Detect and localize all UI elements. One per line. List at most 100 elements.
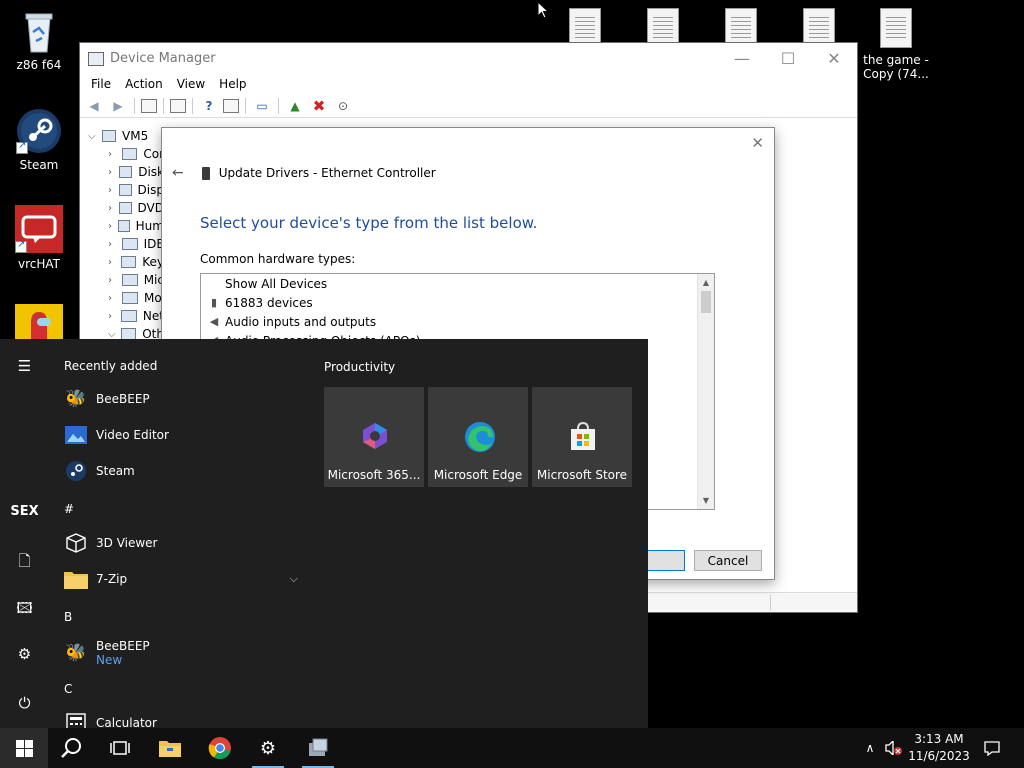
dialog-close-button[interactable]: ✕ xyxy=(751,134,764,152)
back-arrow-icon[interactable]: ← xyxy=(172,165,184,181)
computer-icon xyxy=(102,130,116,142)
start-rail: ☰ SEX 🗋 🖾 ⚙ ⏻ xyxy=(0,339,49,728)
tree-item[interactable]: › Key xyxy=(80,253,164,271)
desktop-icon-recycle-bin[interactable]: z86 f64 xyxy=(4,8,74,72)
menu-help[interactable]: Help xyxy=(212,77,253,91)
desktop-icon-among-us[interactable] xyxy=(4,304,74,340)
menu-action[interactable]: Action xyxy=(118,77,170,91)
chevron-down-icon: ⌵ xyxy=(88,130,96,142)
user-avatar[interactable]: SEX xyxy=(0,504,49,519)
documents-icon[interactable]: 🗋 xyxy=(0,551,49,576)
scroll-down-icon[interactable]: ▼ xyxy=(698,492,714,509)
forward-arrow-icon[interactable]: ▶ xyxy=(108,97,128,115)
pictures-icon[interactable]: 🖾 xyxy=(0,598,49,623)
tree-item[interactable]: › Mic xyxy=(80,271,164,289)
list-scrollbar[interactable]: ▲ ▼ xyxy=(697,274,714,509)
tree-item[interactable]: › IDE xyxy=(80,235,164,253)
volume-muted-icon[interactable] xyxy=(884,728,904,768)
show-hidden-icons-button[interactable]: ∧ xyxy=(862,728,878,768)
tree-item[interactable]: › DVD xyxy=(80,199,164,217)
tree-root[interactable]: ⌵ VM5 xyxy=(80,127,164,145)
tree-item[interactable]: › Disp xyxy=(80,181,164,199)
scan-hardware-icon[interactable]: ▭ xyxy=(252,97,272,115)
chevron-down-icon: ⌵ xyxy=(108,328,116,340)
search-icon[interactable] xyxy=(48,728,96,768)
device-category-icon xyxy=(122,292,138,304)
tiles-group-heading[interactable]: Productivity xyxy=(324,360,395,374)
file-explorer-icon[interactable] xyxy=(146,728,194,768)
help-icon[interactable]: ? xyxy=(199,97,219,115)
desktop-icon-the-game[interactable]: the game - Copy (74... xyxy=(861,8,931,81)
app-item-beebeep[interactable]: 🐝 BeeBEEP xyxy=(64,385,304,413)
tree-item[interactable]: › Net xyxy=(80,307,164,325)
disable-device-icon[interactable]: ⊙ xyxy=(333,97,353,115)
menu-bar: File Action View Help xyxy=(80,74,857,94)
tree-item[interactable]: › Cor xyxy=(80,145,164,163)
toolbar: ◀ ▶ ? ▭ ▲ ✖ ⊙ xyxy=(80,94,857,118)
app-item-3d-viewer[interactable]: 3D Viewer xyxy=(64,529,304,557)
tile-microsoft-edge[interactable]: Microsoft Edge xyxy=(428,387,528,487)
app-item-7-zip[interactable]: 7-Zip ⌵ xyxy=(64,565,304,593)
app-list: Recently added 🐝 BeeBEEP Video Editor St… xyxy=(49,339,309,728)
settings-gear-icon[interactable]: ⚙ xyxy=(0,645,49,663)
maximize-button[interactable]: ☐ xyxy=(765,49,811,68)
list-label: Common hardware types: xyxy=(200,252,356,266)
tile-microsoft-365[interactable]: Microsoft 365... xyxy=(324,387,424,487)
device-manager-taskbar-icon[interactable] xyxy=(294,728,342,768)
back-arrow-icon[interactable]: ◀ xyxy=(84,97,104,115)
app-item-beebeep-new[interactable]: 🐝 BeeBEEP New xyxy=(64,636,304,670)
list-item[interactable]: ◀ Audio inputs and outputs xyxy=(201,312,714,331)
menu-view[interactable]: View xyxy=(170,77,212,91)
desktop-icon-steam[interactable]: Steam xyxy=(4,108,74,172)
list-item[interactable]: Show All Devices xyxy=(201,274,714,293)
cancel-button[interactable]: Cancel xyxy=(694,550,762,571)
title-bar[interactable]: Device Manager — ☐ ✕ xyxy=(80,43,857,74)
dialog-header: ← Update Drivers - Ethernet Controller xyxy=(172,165,436,181)
app-item-video-editor[interactable]: Video Editor xyxy=(64,421,304,449)
task-view-icon[interactable] xyxy=(96,728,144,768)
scroll-thumb[interactable] xyxy=(701,291,711,313)
among-us-icon xyxy=(15,304,63,340)
scroll-up-icon[interactable]: ▲ xyxy=(698,274,714,291)
section-letter[interactable]: B xyxy=(64,610,72,624)
close-button[interactable]: ✕ xyxy=(811,49,857,68)
chevron-down-icon[interactable]: ⌵ xyxy=(290,572,298,586)
tile-microsoft-store[interactable]: Microsoft Store xyxy=(532,387,632,487)
properties-icon[interactable] xyxy=(170,98,186,113)
store-bag-icon xyxy=(568,421,598,451)
windows-logo-icon xyxy=(15,739,33,757)
chrome-icon[interactable] xyxy=(196,728,244,768)
list-item[interactable]: ▮ 61883 devices xyxy=(201,293,714,312)
tree-item[interactable]: › Hum xyxy=(80,217,164,235)
section-letter[interactable]: # xyxy=(64,502,74,516)
section-letter[interactable]: C xyxy=(64,682,72,696)
power-icon[interactable]: ⏻ xyxy=(0,694,49,712)
settings-gear-icon[interactable]: ⚙ xyxy=(244,728,292,768)
desktop-icon-label: vrcHAT xyxy=(18,257,60,271)
device-category-icon xyxy=(118,202,132,214)
tree-item[interactable]: › Mo xyxy=(80,289,164,307)
menu-file[interactable]: File xyxy=(84,77,118,91)
desktop-icon-label: Steam xyxy=(19,158,59,172)
start-button[interactable] xyxy=(0,728,48,768)
usb-plug-icon: ▮ xyxy=(210,295,218,309)
update-driver-icon[interactable]: ▲ xyxy=(285,97,305,115)
bee-icon: 🐝 xyxy=(65,389,87,409)
device-manager-icon xyxy=(88,51,104,66)
hamburger-menu-icon[interactable]: ☰ xyxy=(0,357,49,375)
device-category-icon xyxy=(121,238,138,250)
app-item-steam[interactable]: Steam xyxy=(64,457,304,485)
show-hide-console-tree-icon[interactable] xyxy=(141,98,157,113)
uninstall-device-icon[interactable]: ✖ xyxy=(309,97,329,115)
system-clock[interactable]: 3:13 AM 11/6/2023 xyxy=(903,731,975,765)
microsoft-365-icon xyxy=(360,421,390,451)
minimize-button[interactable]: — xyxy=(719,49,765,68)
document-icon xyxy=(880,8,912,48)
notifications-icon[interactable] xyxy=(982,728,1002,768)
tree-item[interactable]: › Disk xyxy=(80,163,164,181)
action-pane-icon[interactable] xyxy=(223,98,239,113)
steam-icon xyxy=(16,108,62,154)
desktop-icon-vrchat[interactable]: vrcHAT xyxy=(4,205,74,271)
edge-icon xyxy=(464,421,495,452)
app-item-calculator[interactable]: Calculator xyxy=(64,709,304,728)
